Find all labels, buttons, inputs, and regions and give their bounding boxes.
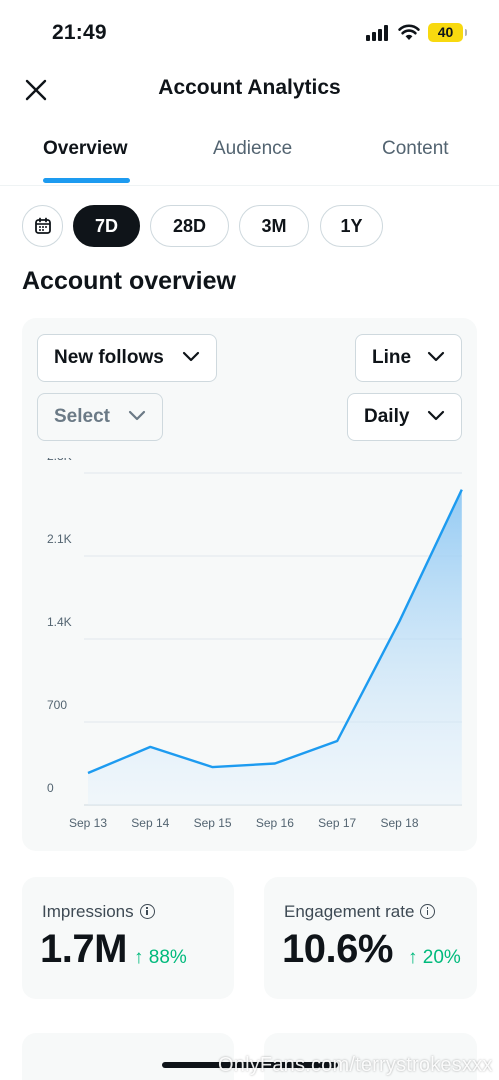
y-tick-label: 2.1K (47, 532, 72, 546)
header: Account Analytics (0, 62, 499, 118)
interval-dropdown-label: Daily (364, 406, 410, 427)
tab-audience[interactable]: Audience (213, 138, 292, 160)
metric-dropdown[interactable]: New follows (37, 334, 217, 382)
metric-dropdown-label: New follows (54, 347, 164, 368)
page-title: Account Analytics (158, 76, 341, 99)
x-tick-label: Sep 16 (256, 816, 294, 830)
engagement-rate-change: ↑ 20% (408, 947, 461, 968)
follows-line-chart: 0 700 1.4K 2.1K 2.8K Sep 13 Sep 14 Sep 15 Sep 1… (47, 458, 463, 830)
x-tick-label: Sep 14 (131, 816, 169, 830)
y-tick-label: 700 (47, 698, 67, 712)
active-tab-indicator (43, 178, 130, 183)
range-7d-button[interactable]: 7D (73, 205, 140, 247)
y-tick-label: 2.8K (47, 458, 72, 463)
impressions-change: ↑ 88% (134, 947, 187, 968)
chart-type-label: Line (372, 347, 412, 368)
range-1y-button[interactable]: 1Y (320, 205, 383, 247)
engagement-rate-value: 10.6% (282, 927, 393, 971)
range-3m-button[interactable]: 3M (239, 205, 309, 247)
impressions-value: 1.7M (40, 927, 127, 971)
chevron-down-icon (427, 410, 445, 421)
calendar-button[interactable] (22, 205, 63, 247)
impressions-label: Impressions (42, 902, 155, 922)
calendar-icon (34, 217, 51, 234)
chevron-down-icon (182, 351, 200, 362)
compare-dropdown-label: Select (54, 406, 110, 427)
y-tick-label: 1.4K (47, 615, 72, 629)
info-icon[interactable] (420, 904, 436, 919)
x-tick-label: Sep 15 (194, 816, 232, 830)
info-icon[interactable] (139, 904, 155, 919)
section-title: Account overview (22, 267, 236, 295)
interval-dropdown[interactable]: Daily (347, 393, 462, 441)
wifi-icon (398, 24, 420, 40)
y-tick-label: 0 (47, 781, 54, 795)
watermark: OnlyFans.com/terrystrokesxxx (218, 1054, 493, 1076)
range-28d-button[interactable]: 28D (150, 205, 229, 247)
engagement-rate-label: Engagement rate (284, 902, 436, 922)
status-bar: 21:49 40 (0, 0, 499, 62)
tab-bar: Overview Audience Content (0, 126, 499, 186)
chart-type-dropdown[interactable]: Line (355, 334, 462, 382)
date-range-selector: 7D 28D 3M 1Y (22, 205, 492, 247)
compare-dropdown[interactable]: Select (37, 393, 163, 441)
battery-icon: 40 (428, 23, 467, 42)
x-tick-label: Sep 17 (318, 816, 356, 830)
status-time: 21:49 (52, 21, 107, 44)
x-tick-label: Sep 18 (380, 816, 418, 830)
tab-content[interactable]: Content (382, 138, 449, 160)
impressions-card[interactable]: Impressions 1.7M ↑ 88% (22, 877, 234, 999)
chart-card: New follows Line Select Daily 0 700 1.4K 2.… (22, 318, 477, 851)
cellular-signal-icon (366, 25, 390, 41)
metric-card-peek (22, 1033, 234, 1080)
series-area (88, 489, 462, 805)
engagement-rate-card[interactable]: Engagement rate 10.6% ↑ 20% (264, 877, 477, 999)
chevron-down-icon (427, 351, 445, 362)
chevron-down-icon (128, 410, 146, 421)
tab-overview[interactable]: Overview (43, 138, 128, 160)
x-tick-label: Sep 13 (69, 816, 107, 830)
